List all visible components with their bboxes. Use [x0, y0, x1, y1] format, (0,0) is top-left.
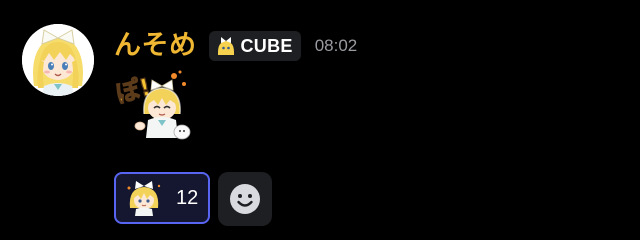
reaction-bar: 12: [114, 172, 273, 226]
reaction-count: 12: [176, 186, 199, 209]
add-reaction-button[interactable]: [218, 172, 273, 226]
cube-clan-icon: [217, 37, 234, 55]
clan-tag-label: CUBE: [240, 35, 293, 56]
user-avatar[interactable]: [22, 24, 94, 96]
username[interactable]: んそめ: [114, 26, 197, 66]
message-header: んそめ CUBE 08:02: [114, 26, 357, 66]
smiley-face-icon: [230, 184, 261, 214]
reaction-button[interactable]: 12: [114, 172, 211, 224]
message-sticker[interactable]: ぽ!: [114, 70, 198, 144]
anime-girl-avatar-icon: [22, 24, 94, 96]
clan-tag[interactable]: CUBE: [208, 31, 301, 61]
message-timestamp[interactable]: 08:02: [315, 36, 358, 56]
anime-girl-emoji-icon: [127, 181, 161, 216]
chat-message: んそめ CUBE 08:02 ぽ! 12: [0, 0, 640, 240]
anime-girl-po-sticker-icon: ぽ!: [114, 70, 191, 140]
